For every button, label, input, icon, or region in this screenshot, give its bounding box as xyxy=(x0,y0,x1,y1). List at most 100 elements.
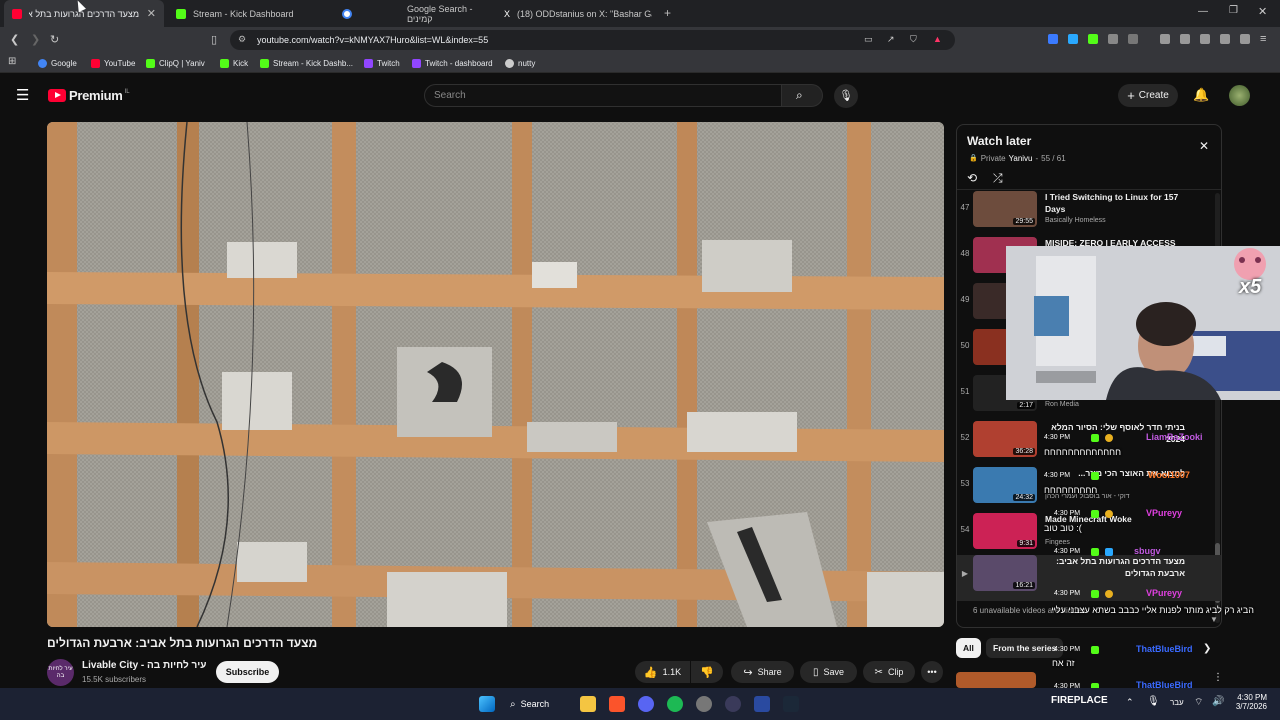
loop-icon[interactable]: ⟲ xyxy=(967,171,977,185)
avatar[interactable] xyxy=(1229,85,1250,106)
share-page-icon[interactable]: ↗ xyxy=(887,34,895,45)
bookmark-twitch[interactable]: Twitch xyxy=(364,56,400,70)
steam-icon[interactable] xyxy=(783,696,799,712)
video-thumbnail: 29:55 xyxy=(973,191,1037,227)
playlist-item[interactable]: 54 9:31 Made Minecraft Woke Fingees xyxy=(957,513,1221,559)
forward-icon[interactable]: ❯ xyxy=(31,33,40,46)
search-button[interactable]: ⌕ xyxy=(781,84,823,107)
taskbar-search[interactable]: ⌕ Search xyxy=(510,696,570,712)
chat-username[interactable]: Wool1007 xyxy=(1148,470,1190,480)
subscribe-button[interactable]: Subscribe xyxy=(216,661,279,683)
bookmark-twitch-dashboard[interactable]: Twitch - dashboard xyxy=(412,56,493,70)
save-button[interactable]: ▯ Save xyxy=(800,661,857,683)
shuffle-icon[interactable]: ⤮ xyxy=(993,171,1003,186)
search-input[interactable]: Search xyxy=(424,84,782,107)
leo-icon[interactable] xyxy=(1220,34,1230,44)
discord-icon[interactable] xyxy=(638,696,654,712)
volume-icon[interactable]: 🔊 xyxy=(1212,696,1224,707)
menu-icon[interactable]: ≡ xyxy=(1260,33,1266,45)
cast-icon[interactable]: ▭ xyxy=(864,34,873,45)
chat-username[interactable]: ThatBlueBird xyxy=(1136,644,1193,654)
bookmark-kick[interactable]: Kick xyxy=(220,56,248,70)
wallet-icon[interactable] xyxy=(1200,34,1210,44)
bookmark-google[interactable]: Google xyxy=(38,56,77,70)
url-bar[interactable]: ⚙ youtube.com/watch?v=kNMYAX7Huro&list=W… xyxy=(230,30,955,50)
bookmark-clipq[interactable]: ClipQ | Yaniv xyxy=(146,56,205,70)
share-icon: ↪ xyxy=(743,666,753,679)
chip-all[interactable]: All xyxy=(956,638,981,658)
tab-kick-dashboard[interactable]: Stream - Kick Dashboard xyxy=(168,0,332,27)
brave-rewards-icon[interactable]: ▲ xyxy=(933,34,942,44)
video-player[interactable] xyxy=(47,122,944,627)
tray-chevron-icon[interactable]: ⌃ xyxy=(1126,697,1134,708)
sidebar-icon[interactable] xyxy=(1180,34,1190,44)
playlist-title[interactable]: Watch later xyxy=(967,134,1031,148)
youtube-logo[interactable]: Premium IL xyxy=(48,88,130,103)
network-icon[interactable]: ⌔ xyxy=(1194,696,1203,709)
share-button[interactable]: ↪ Share xyxy=(731,661,794,683)
thumbs-down-icon: 👎 xyxy=(700,666,714,679)
obs-icon[interactable] xyxy=(696,696,712,712)
apps-grid-icon[interactable]: ⊞ xyxy=(8,56,16,67)
create-button[interactable]: + Create xyxy=(1118,84,1178,107)
tab-x-post[interactable]: X (18) ODDstanius on X: "Bashar Gamin xyxy=(496,0,660,27)
playlist-item[interactable]: 52 36:28 בניתי חדר לאוסף שלי: הסיור המלא… xyxy=(957,421,1221,467)
shield-icon[interactable]: ⛉ xyxy=(910,34,917,45)
channel-avatar[interactable]: עיר לחיות בה xyxy=(47,659,74,686)
clip-button[interactable]: ✂ Clip xyxy=(863,661,915,683)
bookmark-nutty[interactable]: nutty xyxy=(505,56,535,70)
app-icon[interactable] xyxy=(754,696,770,712)
input-language[interactable]: עבר xyxy=(1170,698,1184,707)
like-button[interactable]: 👍 1.1K xyxy=(635,661,690,683)
browser-tab-strip: מצעד הדרכים הגרועות בתל אביב ✕ Stream - … xyxy=(0,0,1280,27)
save-icon: ▯ xyxy=(812,666,819,678)
media-icon[interactable] xyxy=(1160,34,1170,44)
chat-username[interactable]: LiamBaZooki xyxy=(1146,432,1203,442)
spotify-icon[interactable] xyxy=(667,696,683,712)
more-actions-button[interactable]: ••• xyxy=(921,661,943,683)
recommended-thumbnail[interactable] xyxy=(956,672,1036,688)
back-icon[interactable]: ❮ xyxy=(10,33,19,46)
taskbar-clock[interactable]: 4:30 PM 3/7/2026 xyxy=(1231,693,1267,711)
bookmark-youtube[interactable]: YouTube xyxy=(91,56,135,70)
hamburger-menu-icon[interactable]: ☰ xyxy=(16,86,29,104)
taskbar-weather[interactable]: FIREPLACE xyxy=(1051,695,1108,706)
notifications-bell-icon[interactable]: 🔔 xyxy=(1193,87,1209,103)
vpn-icon[interactable] xyxy=(1240,34,1250,44)
microphone-icon[interactable]: 🎙 xyxy=(1147,696,1160,707)
tab-google-search[interactable]: Google Search - קמינים xyxy=(334,0,494,27)
extension-icon[interactable] xyxy=(1108,34,1118,44)
reload-icon[interactable]: ↻ xyxy=(50,33,59,46)
maximize-button[interactable]: ❐ xyxy=(1229,5,1238,16)
extension-icon[interactable] xyxy=(1068,34,1078,44)
playlist-item[interactable]: 47 29:55 I Tried Switching to Linux for … xyxy=(957,191,1221,237)
minimize-button[interactable]: — xyxy=(1198,6,1208,17)
bookmark-kick-dashboard[interactable]: Stream - Kick Dashb... xyxy=(260,56,353,70)
more-vert-icon[interactable]: ⋮ xyxy=(1213,672,1223,683)
voice-search-icon[interactable]: 🎙 xyxy=(834,84,858,108)
chat-username[interactable]: sbugv xyxy=(1134,546,1161,556)
file-explorer-icon[interactable] xyxy=(580,696,596,712)
chip-from-series[interactable]: From the series xyxy=(986,638,1064,658)
verified-badge-icon xyxy=(1091,548,1099,556)
site-info-icon[interactable]: ⚙ xyxy=(238,34,246,45)
playlist-item-current[interactable]: ▶ 16:21 מצעד הדרכים הגרועות בתל אביב: אר… xyxy=(957,555,1221,601)
bookmark-icon[interactable]: ▯ xyxy=(211,33,217,46)
windows-start-icon[interactable] xyxy=(479,696,495,712)
nutty-icon xyxy=(505,58,514,68)
brave-browser-icon[interactable] xyxy=(609,696,625,712)
youtube-play-icon xyxy=(48,89,66,102)
extension-icon[interactable] xyxy=(1088,34,1098,44)
close-icon[interactable]: ✕ xyxy=(147,7,156,20)
channel-name[interactable]: Livable City - עיר לחיות בה xyxy=(82,660,206,671)
window-close-button[interactable]: ✕ xyxy=(1258,5,1267,18)
new-tab-button[interactable]: + xyxy=(664,6,671,20)
extension-icon[interactable] xyxy=(1048,34,1058,44)
chat-username[interactable]: VPureyy xyxy=(1146,588,1182,598)
chat-username[interactable]: VPureyy xyxy=(1146,508,1182,518)
dislike-button[interactable]: 👎 xyxy=(691,661,723,683)
close-playlist-icon[interactable]: ✕ xyxy=(1199,139,1209,153)
extension-icon[interactable] xyxy=(1128,34,1138,44)
chip-next-icon[interactable]: ❯ xyxy=(1203,643,1211,654)
app-icon[interactable] xyxy=(725,696,741,712)
